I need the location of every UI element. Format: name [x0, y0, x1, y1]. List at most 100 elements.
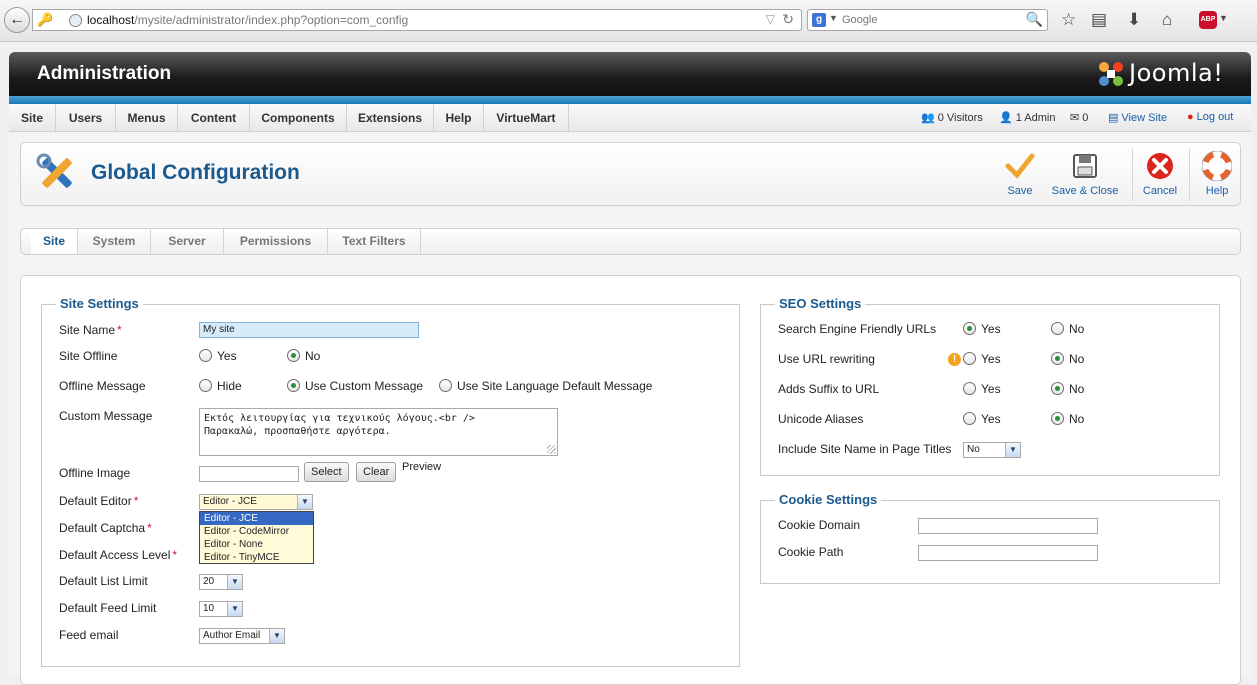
sitename-titles-select[interactable]: No ▼ [963, 442, 1021, 458]
search-input[interactable]: Google [842, 14, 877, 26]
rewrite-yes-label: Yes [981, 352, 1001, 366]
menu-virtuemart[interactable]: VirtueMart [484, 104, 569, 132]
sef-yes-radio[interactable] [963, 322, 976, 335]
feed-email-select[interactable]: Author Email ▼ [199, 628, 285, 644]
editor-option-tinymce[interactable]: Editor - TinyMCE [200, 551, 313, 564]
reload-icon[interactable]: ↻ [782, 11, 794, 28]
editor-option-none[interactable]: Editor - None [200, 538, 313, 551]
custom-message-line: Παρακαλώ, προσπαθήστε αργότερα. [204, 426, 391, 437]
cancel-button[interactable]: Cancel [1139, 151, 1181, 201]
download-icon[interactable]: ⬇ [1127, 9, 1141, 31]
offline-custom-radio[interactable] [287, 379, 300, 392]
tab-system[interactable]: System [78, 229, 151, 254]
default-editor-select[interactable]: Editor - JCE ▼ [199, 494, 313, 510]
bookmark-star-icon[interactable]: ☆ [1061, 9, 1076, 31]
preview-label: Preview [402, 461, 442, 473]
menu-site[interactable]: Site [9, 104, 56, 132]
menu-users[interactable]: Users [56, 104, 116, 132]
clear-image-button[interactable]: Clear [356, 462, 397, 482]
custom-message-textarea[interactable]: Εκτός λειτουργίας για τεχνικούς λόγους.<… [199, 408, 558, 456]
url-text[interactable]: localhost/mysite/administrator/index.php… [87, 13, 408, 27]
logout-link[interactable]: ● Log out [1187, 111, 1233, 123]
editor-option-jce[interactable]: Editor - JCE [200, 512, 313, 525]
lifebuoy-icon [1202, 151, 1232, 181]
warning-icon: ! [948, 353, 961, 366]
menu-components[interactable]: Components [250, 104, 347, 132]
save-close-button[interactable]: Save & Close [1047, 151, 1123, 201]
page-title: Global Configuration [91, 161, 300, 184]
site-offline-no-radio[interactable] [287, 349, 300, 362]
chevron-down-icon: ▼ [1005, 443, 1020, 457]
cookie-path-label: Cookie Path [778, 545, 844, 559]
rewrite-no-radio[interactable] [1051, 352, 1064, 365]
chevron-down-icon: ▼ [227, 575, 242, 589]
help-button[interactable]: Help [1197, 151, 1237, 201]
url-suffix-label: Adds Suffix to URL [778, 382, 880, 396]
select-image-button[interactable]: Select [304, 462, 349, 482]
menu-menus[interactable]: Menus [116, 104, 178, 132]
browser-toolbar: ← 🔑 localhost/mysite/administrator/index… [0, 0, 1257, 42]
suffix-no-label: No [1069, 382, 1085, 396]
unicode-no-radio[interactable] [1051, 412, 1064, 425]
home-icon[interactable]: ⌂ [1162, 9, 1172, 31]
tab-site[interactable]: Site [31, 229, 78, 254]
menu-extensions[interactable]: Extensions [347, 104, 434, 132]
messages-status[interactable]: ✉ 0 [1070, 111, 1088, 124]
unicode-yes-radio[interactable] [963, 412, 976, 425]
header-stripe [9, 96, 1251, 104]
menu-help[interactable]: Help [434, 104, 484, 132]
offline-hide-radio[interactable] [199, 379, 212, 392]
site-name-input[interactable]: My site [199, 322, 419, 338]
unicode-aliases-label: Unicode Aliases [778, 412, 864, 426]
site-offline-yes-label: Yes [217, 349, 237, 363]
floppy-disk-icon [1073, 154, 1097, 178]
mail-icon: ✉ [1070, 112, 1080, 124]
address-bar[interactable]: 🔑 localhost/mysite/administrator/index.p… [32, 9, 802, 31]
default-captcha-label: Default Captcha * [59, 521, 152, 535]
custom-message-line: Εκτός λειτουργίας για τεχνικούς λόγους.<… [204, 413, 475, 424]
feed-limit-select[interactable]: 10 ▼ [199, 601, 243, 617]
toolbar-divider [1189, 149, 1190, 201]
view-site-link[interactable]: ▤ View Site [1108, 111, 1167, 124]
bookmarks-list-icon[interactable]: ▤ [1091, 9, 1107, 31]
menu-content[interactable]: Content [178, 104, 250, 132]
cancel-icon [1147, 153, 1173, 179]
key-icon: 🔑 [37, 12, 54, 27]
default-editor-label: Default Editor * [59, 494, 139, 508]
offline-message-label: Offline Message [59, 379, 146, 393]
unicode-no-label: No [1069, 412, 1085, 426]
search-icon[interactable]: 🔍 [1026, 11, 1043, 28]
tools-icon [36, 153, 72, 188]
save-button[interactable]: Save [999, 151, 1041, 201]
chevron-down-icon[interactable]: ▼ [1219, 13, 1228, 23]
url-rewriting-label: Use URL rewriting [778, 352, 875, 366]
sef-no-radio[interactable] [1051, 322, 1064, 335]
editor-option-codemirror[interactable]: Editor - CodeMirror [200, 525, 313, 538]
power-icon: ● [1187, 111, 1194, 123]
google-icon[interactable]: g [812, 13, 826, 27]
cookie-path-input[interactable] [918, 545, 1098, 561]
tab-server[interactable]: Server [151, 229, 224, 254]
resize-grip-icon[interactable] [547, 445, 556, 454]
rewrite-yes-radio[interactable] [963, 352, 976, 365]
chevron-down-icon[interactable]: ▼ [829, 13, 838, 23]
list-limit-select[interactable]: 20 ▼ [199, 574, 243, 590]
joomla-logo: Joomla! [1097, 58, 1241, 90]
dropdown-arrow-icon[interactable]: ▽ [766, 12, 775, 26]
offline-default-radio[interactable] [439, 379, 452, 392]
visitors-status: 👥 0 Visitors [921, 112, 983, 124]
tab-permissions[interactable]: Permissions [224, 229, 328, 254]
custom-message-label: Custom Message [59, 409, 153, 423]
search-bar[interactable]: g ▼ Google 🔍 [807, 9, 1048, 31]
site-offline-no-label: No [305, 349, 321, 363]
suffix-no-radio[interactable] [1051, 382, 1064, 395]
adblock-icon[interactable]: ABP [1199, 11, 1217, 29]
tab-text-filters[interactable]: Text Filters [328, 229, 421, 254]
site-offline-yes-radio[interactable] [199, 349, 212, 362]
cookie-domain-input[interactable] [918, 518, 1098, 534]
offline-hide-label: Hide [217, 379, 242, 393]
offline-image-input[interactable] [199, 466, 299, 482]
suffix-yes-radio[interactable] [963, 382, 976, 395]
back-arrow-icon[interactable]: ← [4, 7, 30, 33]
suffix-yes-label: Yes [981, 382, 1001, 396]
